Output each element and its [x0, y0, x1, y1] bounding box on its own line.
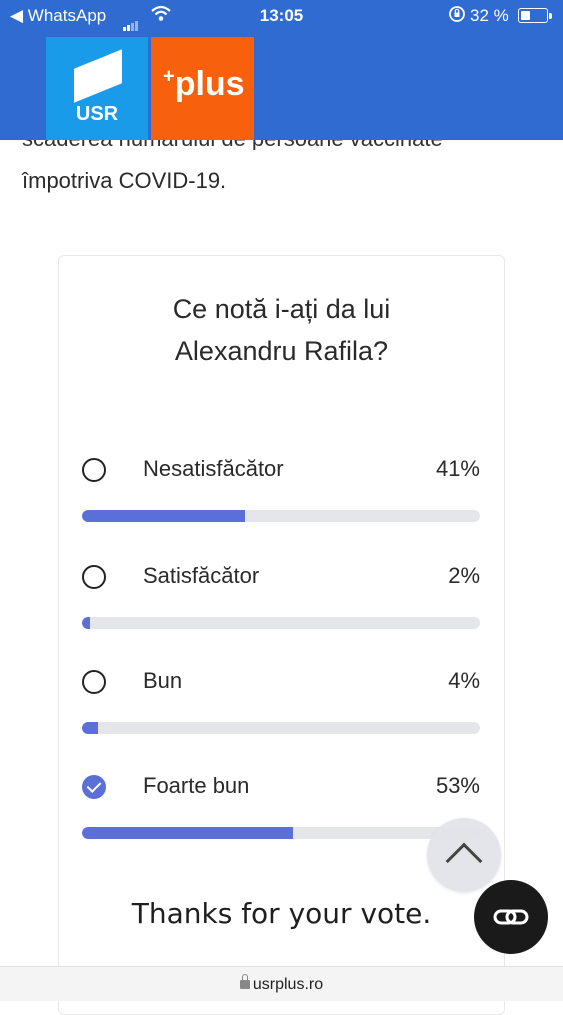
battery-icon [518, 8, 552, 23]
radio-circle-icon[interactable] [82, 565, 106, 589]
poll-option-label: Satisfăcător [143, 563, 260, 588]
tab-switch-button[interactable] [474, 880, 548, 954]
poll-option-bar [82, 617, 480, 629]
poll-option-foarte-bun[interactable]: Foarte bun 53% [80, 772, 482, 842]
poll-option-bun[interactable]: Bun 4% [80, 667, 482, 737]
plus-logo[interactable]: +plus [151, 37, 254, 140]
status-bar: ◀ WhatsApp 13:05 32 % [0, 0, 563, 32]
usr-logo-text: USR [75, 103, 119, 125]
plus-logo-text: +plus [163, 65, 245, 104]
browser-url-bar[interactable]: usrplus.ro [0, 966, 563, 1001]
article-partial-text: scaderea numarului de persoane vaccinate [22, 140, 542, 150]
scroll-to-top-button[interactable] [427, 818, 501, 892]
usr-flag-icon [74, 49, 122, 103]
poll-option-percent: 4% [448, 668, 480, 693]
poll-option-satisfacator[interactable]: Satisfăcător 2% [80, 562, 482, 632]
radio-circle-icon[interactable] [82, 670, 106, 694]
poll-option-bar-fill [82, 510, 246, 522]
poll-option-bar [82, 827, 480, 839]
site-header: USR +plus [0, 32, 563, 140]
radio-circle-icon[interactable] [82, 458, 106, 482]
orientation-lock-icon [448, 5, 466, 28]
chevron-up-icon [445, 842, 483, 880]
usr-logo[interactable]: USR [46, 37, 148, 140]
poll-option-label: Bun [143, 668, 183, 693]
poll-question-line-1: Ce notă i-ați da lui [172, 294, 391, 324]
poll-option-bar [82, 510, 480, 522]
url-text: usrplus.ro [252, 976, 324, 993]
article-intro-text: împotriva COVID-19. [22, 168, 227, 193]
poll-option-percent: 41% [435, 456, 480, 481]
poll-option-bar [82, 722, 480, 734]
lock-icon [239, 974, 250, 989]
poll-option-bar-fill [82, 617, 90, 629]
poll-option-percent: 2% [448, 563, 480, 588]
poll-option-label: Nesatisfăcător [143, 456, 284, 481]
check-circle-icon[interactable] [82, 775, 106, 799]
article-partial-line: scaderea numarului de persoane vaccinate [22, 140, 542, 150]
poll-option-bar-fill [82, 827, 293, 839]
poll-option-nesatisfacator[interactable]: Nesatisfăcător 41% [80, 455, 482, 525]
poll-option-percent: 53% [435, 773, 480, 798]
plus-logo-word: plus [174, 65, 245, 103]
poll-thanks-message: Thanks for your vote. [131, 897, 432, 930]
battery-percent: 32 % [470, 6, 509, 25]
poll-question-line-2: Alexandru Rafila? [174, 336, 389, 366]
poll-option-label: Foarte bun [143, 773, 250, 798]
poll-question: Ce notă i-ați da lui Alexandru Rafila? [58, 288, 505, 372]
tab-switch-icon [493, 909, 529, 925]
plus-logo-prefix: + [163, 65, 175, 88]
poll-option-bar-fill [82, 722, 98, 734]
